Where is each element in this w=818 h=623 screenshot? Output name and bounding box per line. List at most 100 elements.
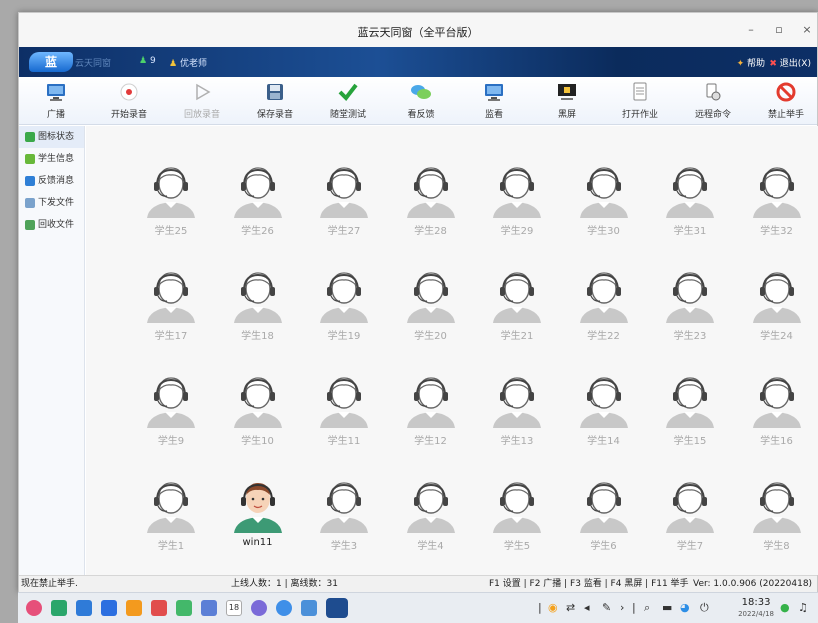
student-offline-avatar-icon — [215, 267, 301, 323]
sidebar-item-0[interactable]: 图标状态 — [19, 126, 84, 148]
student-offline-avatar-icon — [647, 267, 733, 323]
student-name: 学生19 — [327, 331, 361, 342]
sidebar: 图标状态学生信息 反馈消息 下发文件回收文件 — [19, 126, 85, 575]
volume-icon[interactable]: ◂ — [584, 601, 590, 614]
settings-icon[interactable] — [251, 600, 267, 616]
student-name: win11 — [242, 537, 273, 548]
teacher-icon: ♟ — [169, 59, 178, 69]
image-viewer-icon[interactable] — [151, 600, 167, 616]
student-tile[interactable]: 学生5 — [474, 477, 560, 552]
student-tile[interactable]: 学生19 — [301, 267, 387, 342]
student-tile[interactable]: 学生22 — [561, 267, 647, 342]
toolbar-button-5[interactable]: 看反馈 — [386, 81, 456, 120]
toolbar-button-9[interactable]: 远程命令 — [678, 81, 748, 120]
student-tile[interactable]: 学生23 — [647, 267, 733, 342]
sidebar-item-2[interactable]: 反馈消息 — [19, 170, 84, 192]
app-store-icon[interactable] — [76, 600, 92, 616]
music-icon[interactable] — [176, 600, 192, 616]
window-title: 蓝云天同窗（全平台版） — [357, 26, 479, 39]
maximize-button[interactable]: ▫ — [771, 23, 787, 36]
student-name: 学生4 — [417, 541, 444, 552]
camera-icon[interactable] — [276, 600, 292, 616]
student-tile[interactable]: 学生8 — [734, 477, 818, 552]
student-tile[interactable]: 学生1 — [128, 477, 214, 552]
browser-tray-icon[interactable]: ◕ — [680, 601, 690, 614]
version-info: Ver: 1.0.0.906 (20220418) — [693, 579, 813, 589]
student-tile[interactable]: 学生9 — [128, 372, 214, 447]
toolbar-button-7[interactable]: 黑屏 — [532, 81, 602, 120]
network-icon[interactable]: ⇄ — [566, 601, 575, 614]
power-icon[interactable]: ⏻ — [700, 601, 709, 615]
student-tile[interactable]: 学生20 — [388, 267, 474, 342]
power-saver-icon[interactable]: ◉ — [548, 601, 558, 614]
sidebar-item-1[interactable]: 学生信息 — [19, 148, 84, 170]
status-bar: 现在禁止举手. 上线人数：1 | 离线数：31 F1 设置 | F2 广播 | … — [19, 575, 817, 593]
browser-icon[interactable] — [101, 600, 117, 616]
clock-date: 2022/4/18 — [738, 610, 774, 618]
student-tile[interactable]: 学生28 — [388, 162, 474, 237]
exit-link[interactable]: ✖ 退出(X) — [769, 56, 811, 69]
toolbar-button-3[interactable]: 保存录音 — [240, 81, 310, 120]
student-tile[interactable]: 学生18 — [215, 267, 301, 342]
student-tile[interactable]: 学生4 — [388, 477, 474, 552]
student-tile[interactable]: 学生31 — [647, 162, 733, 237]
student-tile[interactable]: 学生3 — [301, 477, 387, 552]
taskbar: | ◉ ⇄ ◂ ✎ › | ⌕ ▬ ◕ ⏻ 18:33 2022/4/18 ● … — [18, 592, 818, 623]
toolbar-button-10[interactable]: 禁止举手 — [751, 81, 818, 120]
classroom-app-icon[interactable] — [326, 598, 348, 618]
checkmark-icon — [313, 81, 383, 103]
student-tile[interactable]: 学生13 — [474, 372, 560, 447]
student-name: 学生30 — [587, 226, 620, 237]
student-tile[interactable]: 学生17 — [128, 267, 214, 342]
search-icon[interactable]: ⌕ — [644, 601, 650, 615]
toolbar-button-8[interactable]: 打开作业 — [605, 81, 675, 120]
notification-bell-icon[interactable]: ♫ — [798, 601, 808, 614]
app-window: 蓝云天同窗（全平台版） – ▫ × 蓝 云天同窗 ♟ 9 ♟ 优老师 ✦ 帮助 … — [18, 12, 818, 593]
toolbar-button-6[interactable]: 监看 — [459, 81, 529, 120]
chevron-right-icon[interactable]: › — [620, 601, 624, 614]
launcher-icon[interactable] — [26, 600, 42, 616]
close-button[interactable]: × — [799, 23, 815, 36]
student-offline-avatar-icon — [301, 372, 387, 428]
terminal-icon[interactable] — [51, 600, 67, 616]
pen-icon[interactable]: ✎ — [602, 601, 611, 614]
student-tile[interactable]: 学生21 — [474, 267, 560, 342]
student-tile[interactable]: 学生14 — [561, 372, 647, 447]
student-tile[interactable]: 学生32 — [734, 162, 818, 237]
toolbar-button-0[interactable]: 广播 — [21, 81, 91, 120]
student-tile[interactable]: 学生30 — [561, 162, 647, 237]
sidebar-item-4[interactable]: 回收文件 — [19, 214, 84, 236]
cloud-icon[interactable] — [301, 600, 317, 616]
student-tile[interactable]: 学生29 — [474, 162, 560, 237]
student-tile[interactable]: 学生27 — [301, 162, 387, 237]
student-tile[interactable]: 学生6 — [561, 477, 647, 552]
calendar-icon[interactable]: 18 — [226, 600, 242, 616]
document-viewer-icon[interactable] — [201, 600, 217, 616]
sidebar-item-label: 回收文件 — [38, 220, 75, 230]
student-tile[interactable]: 学生12 — [388, 372, 474, 447]
keyboard-icon[interactable]: ▬ — [662, 601, 672, 614]
toolbar-button-label: 随堂测试 — [329, 110, 366, 120]
minimize-button[interactable]: – — [743, 23, 759, 36]
student-tile[interactable]: 学生15 — [647, 372, 733, 447]
student-tile[interactable]: 学生11 — [301, 372, 387, 447]
help-link[interactable]: ✦ 帮助 — [737, 56, 765, 69]
toolbar-button-2[interactable]: 回放录音 — [167, 81, 237, 120]
student-tile[interactable]: 学生10 — [215, 372, 301, 447]
student-offline-avatar-icon — [474, 162, 560, 218]
files-icon[interactable] — [126, 600, 142, 616]
student-offline-avatar-icon — [128, 477, 214, 533]
student-tile[interactable]: 学生24 — [734, 267, 818, 342]
clock[interactable]: 18:33 2022/4/18 — [738, 597, 774, 620]
student-tile[interactable]: 学生7 — [647, 477, 733, 552]
student-tile[interactable]: 学生25 — [128, 162, 214, 237]
toolbar-button-4[interactable]: 随堂测试 — [313, 81, 383, 120]
title-bar: 蓝云天同窗（全平台版） – ▫ × — [19, 13, 817, 47]
student-tile[interactable]: 学生26 — [215, 162, 301, 237]
student-tile[interactable]: 学生16 — [734, 372, 818, 447]
monitor-icon — [21, 81, 91, 103]
sidebar-item-3[interactable]: 下发文件 — [19, 192, 84, 214]
student-tile[interactable]: win11 — [215, 477, 301, 548]
sidebar-item-label: 图标状态 — [38, 132, 75, 142]
toolbar-button-1[interactable]: 开始录音 — [94, 81, 164, 120]
